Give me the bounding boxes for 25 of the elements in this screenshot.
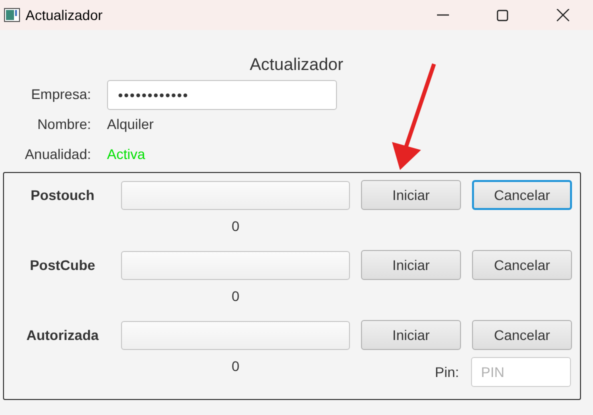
cancel-button[interactable]: Cancelar <box>472 250 572 280</box>
start-button[interactable]: Iniciar <box>361 180 461 210</box>
progress-count: 0 <box>230 357 240 376</box>
maximize-icon <box>496 8 510 22</box>
update-label: Autorizada <box>25 326 100 344</box>
field-label: Empresa: <box>30 85 92 104</box>
start-button[interactable]: Iniciar <box>361 250 461 280</box>
close-icon <box>556 8 570 22</box>
cancel-button[interactable]: Cancelar <box>472 180 572 210</box>
update-label: Postouch <box>30 186 96 204</box>
status-text: Activa <box>107 145 146 164</box>
window-title: Actualizador <box>26 6 103 24</box>
cancel-button[interactable]: Cancelar <box>472 320 572 350</box>
field-label: Nombre: <box>36 115 92 134</box>
app-icon <box>4 8 20 22</box>
heading: Actualizador <box>248 55 344 75</box>
progress-count: 0 <box>230 217 240 236</box>
pin-label: Pin: <box>434 362 459 382</box>
password-field[interactable]: •••••••••••• <box>107 80 337 110</box>
pin-field[interactable]: PIN <box>471 357 571 387</box>
field-value: Alquiler <box>107 115 154 134</box>
start-button[interactable]: Iniciar <box>361 320 461 350</box>
field-label: Anualidad: <box>24 145 92 164</box>
update-label: PostCube <box>28 256 96 274</box>
progress-count: 0 <box>230 287 240 306</box>
